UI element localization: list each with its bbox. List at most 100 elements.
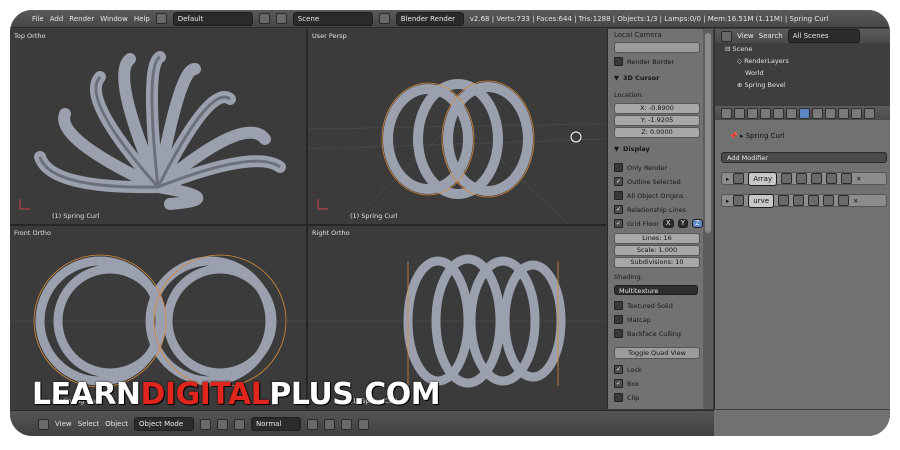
grid-floor-checkbox[interactable]: ✓ <box>614 219 623 228</box>
array-modifier-row[interactable]: ▸ Array ✕ <box>721 171 887 186</box>
collapse-arrow-icon[interactable]: ▼ <box>614 145 619 153</box>
scrollbar-thumb[interactable] <box>705 33 711 233</box>
layer-icon[interactable] <box>324 418 336 430</box>
properties-scrollbar[interactable] <box>703 29 713 409</box>
move-down-icon[interactable] <box>841 173 853 184</box>
texture-tab-icon[interactable] <box>838 107 849 119</box>
select-menu[interactable]: Select <box>78 420 100 428</box>
world-tab-icon[interactable] <box>760 107 771 119</box>
data-tab-icon[interactable] <box>812 107 823 119</box>
move-up-icon[interactable] <box>823 195 835 206</box>
add-modifier-select[interactable]: Add Modifier <box>721 152 887 163</box>
render-icon[interactable] <box>358 418 370 430</box>
layer-icon[interactable] <box>307 418 319 430</box>
modifier-name-field[interactable]: Array <box>748 171 778 186</box>
close-icon[interactable]: ✕ <box>856 175 861 183</box>
view-menu[interactable]: View <box>55 420 72 428</box>
all-origins-checkbox[interactable] <box>614 191 623 200</box>
location-label: Location: <box>614 91 644 99</box>
manipulator-icon[interactable] <box>234 418 246 430</box>
textured-solid-checkbox[interactable] <box>614 301 623 310</box>
only-render-checkbox[interactable] <box>614 163 623 172</box>
move-down-icon[interactable] <box>838 195 850 206</box>
editmode-toggle-icon[interactable] <box>811 173 823 184</box>
render-menu[interactable]: Render <box>69 15 94 23</box>
add-layout-icon[interactable] <box>258 13 270 24</box>
window-menu[interactable]: Window <box>100 15 128 23</box>
mode-select[interactable]: Object Mode <box>134 417 195 431</box>
transform-orientation-select[interactable]: Normal <box>251 417 302 431</box>
help-menu[interactable]: Help <box>134 15 150 23</box>
cursor-z-field[interactable]: Z: 0.0000 <box>614 127 700 138</box>
layers-tab-icon[interactable] <box>734 107 745 119</box>
box-checkbox[interactable]: ✓ <box>614 379 623 388</box>
pivot-icon[interactable] <box>217 418 229 430</box>
editor-type-icon[interactable] <box>38 418 49 430</box>
scene-tab-icon[interactable] <box>747 107 758 119</box>
display-panel-header[interactable]: Display <box>623 145 650 153</box>
render-toggle-icon[interactable] <box>778 195 790 206</box>
outliner-item-world[interactable]: World <box>745 69 764 77</box>
shading-mode-icon[interactable] <box>200 418 212 430</box>
axis-x-toggle[interactable]: X <box>662 219 674 228</box>
editmode-toggle-icon[interactable] <box>808 195 820 206</box>
outliner-item-spring-bevel[interactable]: ⊕ Spring Bevel <box>737 81 786 89</box>
render-tab-icon[interactable] <box>721 107 732 119</box>
outliner-item-scene[interactable]: ⊟ Scene <box>725 45 752 53</box>
grid-lines-field[interactable]: Lines: 16 <box>614 233 700 244</box>
move-up-icon[interactable] <box>826 173 838 184</box>
particles-tab-icon[interactable] <box>851 107 862 119</box>
viewport-user-persp[interactable]: User Persp (1) Spring Curl <box>308 29 606 224</box>
cursor-panel-header[interactable]: 3D Cursor <box>623 74 659 82</box>
clip-checkbox[interactable] <box>614 393 623 402</box>
add-menu[interactable]: Add <box>50 15 64 23</box>
object-tab-icon[interactable] <box>773 107 784 119</box>
expand-arrow-icon[interactable]: ▸ <box>726 175 729 183</box>
modifier-name-field[interactable]: urve <box>748 193 775 208</box>
viewport-divider-vertical[interactable] <box>306 29 308 409</box>
editor-type-icon[interactable] <box>721 30 732 42</box>
blender-window: File Add Render Window Help Default Scen… <box>10 10 890 436</box>
constraints-tab-icon[interactable] <box>786 107 797 119</box>
cursor-x-field[interactable]: X: -0.8900 <box>614 103 700 114</box>
toggle-quad-view-button[interactable]: Toggle Quad View <box>614 347 700 359</box>
expand-arrow-icon[interactable]: ▸ <box>726 197 729 205</box>
grid-subdivisions-field[interactable]: Subdivisions: 10 <box>614 257 700 268</box>
viewport-toggle-icon[interactable] <box>793 195 805 206</box>
outliner-filter-select[interactable]: All Scenes <box>787 29 860 43</box>
modifiers-tab-icon[interactable] <box>799 107 810 119</box>
outliner-item-renderlayers[interactable]: ◇ RenderLayers <box>737 57 789 65</box>
viewport-divider-horizontal[interactable] <box>10 224 606 226</box>
collapse-arrow-icon[interactable]: ▼ <box>614 74 619 82</box>
snap-icon[interactable] <box>341 418 353 430</box>
axis-z-toggle[interactable]: Z <box>691 219 703 228</box>
screen-layout-field[interactable]: Default <box>172 11 253 26</box>
file-menu[interactable]: File <box>32 15 44 23</box>
physics-tab-icon[interactable] <box>864 107 875 119</box>
screen-layout-icon[interactable] <box>155 13 167 24</box>
add-scene-icon[interactable] <box>378 13 390 24</box>
close-icon[interactable]: ✕ <box>853 197 858 205</box>
render-engine-select[interactable]: Blender Render <box>395 11 464 26</box>
lock-checkbox[interactable]: ✓ <box>614 365 623 374</box>
relationship-lines-checkbox[interactable]: ✓ <box>614 205 623 214</box>
grid-scale-field[interactable]: Scale: 1.000 <box>614 245 700 256</box>
outline-selected-checkbox[interactable]: ✓ <box>614 177 623 186</box>
object-menu[interactable]: Object <box>105 420 128 428</box>
scene-field[interactable]: Scene <box>292 11 373 26</box>
matcap-checkbox[interactable] <box>614 315 623 324</box>
render-toggle-icon[interactable] <box>781 173 793 184</box>
shading-select[interactable]: Multitexture <box>614 285 698 295</box>
scene-icon[interactable] <box>275 13 287 24</box>
material-tab-icon[interactable] <box>825 107 836 119</box>
outliner-search-menu[interactable]: Search <box>759 32 783 40</box>
viewport-toggle-icon[interactable] <box>796 173 808 184</box>
local-camera-field[interactable] <box>614 42 700 53</box>
outliner-view-menu[interactable]: View <box>737 32 754 40</box>
cursor-y-field[interactable]: Y: -1.9205 <box>614 115 700 126</box>
axis-y-toggle[interactable]: Y <box>677 219 688 228</box>
render-border-checkbox[interactable] <box>614 57 623 66</box>
viewport-top-ortho[interactable]: Top Ortho (1) Spring Curl <box>10 29 306 224</box>
curve-modifier-row[interactable]: ▸ urve ✕ <box>721 193 887 208</box>
backface-culling-checkbox[interactable] <box>614 329 623 338</box>
